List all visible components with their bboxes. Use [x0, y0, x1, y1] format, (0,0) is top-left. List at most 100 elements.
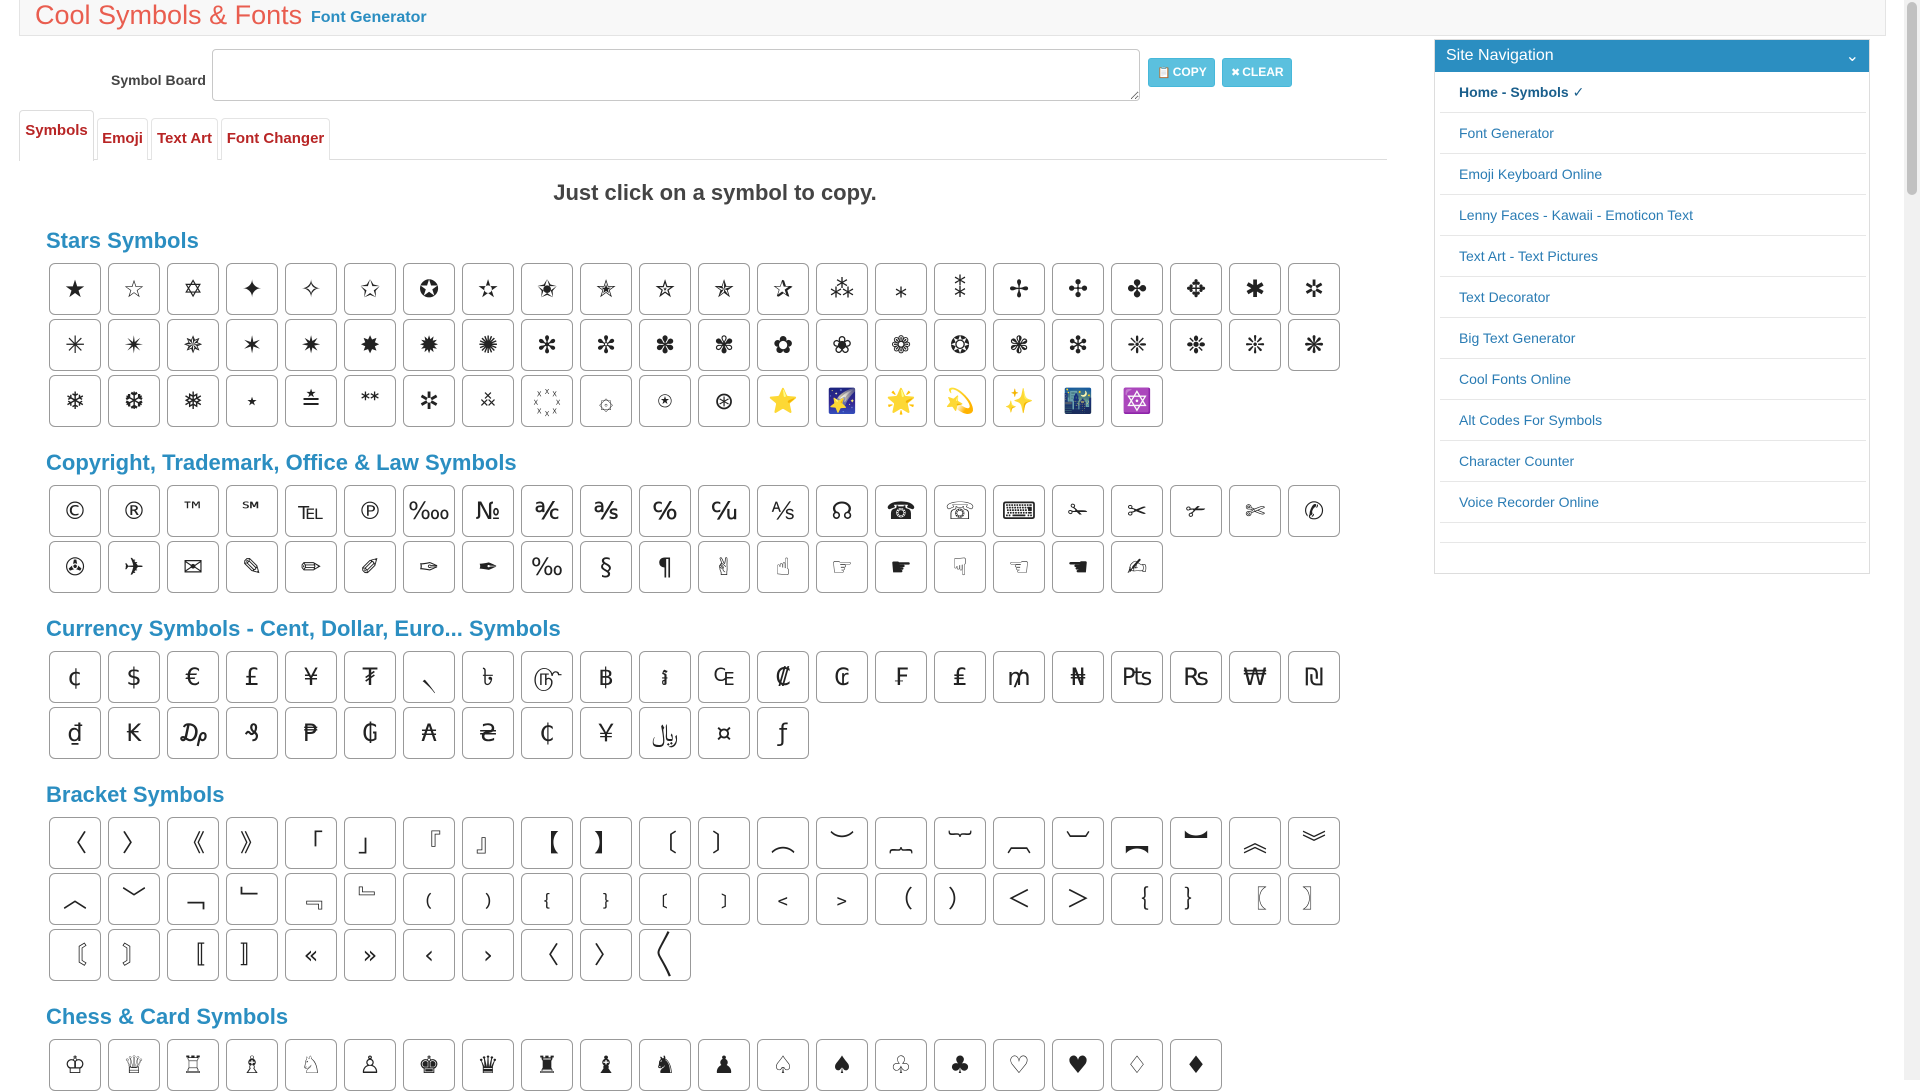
symbol-button[interactable]: ₵ — [521, 707, 573, 759]
symbol-button[interactable]: ❄ — [49, 375, 101, 427]
symbol-button[interactable]: ✲ — [403, 375, 455, 427]
page-scrollbar[interactable] — [1904, 0, 1920, 1080]
symbol-button[interactable]: ﹚ — [462, 873, 514, 925]
symbol-button[interactable]: ﹃ — [285, 873, 337, 925]
symbol-button[interactable]: ☊ — [816, 485, 868, 537]
clear-button[interactable]: ✖ CLEAR — [1222, 58, 1292, 87]
symbol-button[interactable]: ✏ — [285, 541, 337, 593]
symbol-button[interactable]: ✬ — [521, 263, 573, 315]
symbol-button[interactable]: ） — [934, 873, 986, 925]
symbol-button[interactable]: ♜ — [521, 1039, 573, 1091]
symbol-button[interactable]: 🌃 — [1052, 375, 1104, 427]
symbol-button[interactable]: ✵ — [167, 319, 219, 371]
symbol-button[interactable]: ℗ — [344, 485, 396, 537]
symbol-button[interactable]: ︺ — [1052, 817, 1104, 869]
symbol-button[interactable]: € — [167, 651, 219, 703]
symbol-button[interactable]: ✡ — [167, 263, 219, 315]
brand-title[interactable]: Cool Symbols & Fonts — [35, 0, 302, 31]
symbol-button[interactable]: 〛 — [226, 929, 278, 981]
symbol-button[interactable]: 》 — [226, 817, 278, 869]
symbol-button[interactable]: ≛ — [285, 375, 337, 427]
symbol-button[interactable]: ✷ — [285, 319, 337, 371]
symbol-button[interactable]: £ — [226, 651, 278, 703]
symbol-button[interactable]: 【 — [521, 817, 573, 869]
symbol-button[interactable]: ♛ — [462, 1039, 514, 1091]
symbol-button[interactable]: ☟ — [934, 541, 986, 593]
symbol-button[interactable]: ৲ — [403, 651, 455, 703]
symbol-button[interactable]: ℀ — [521, 485, 573, 537]
symbol-button[interactable]: ₱ — [285, 707, 337, 759]
symbol-button[interactable]: ♣ — [934, 1039, 986, 1091]
symbol-button[interactable]: 〔 — [639, 817, 691, 869]
nav-link[interactable]: Text Art - Text Pictures — [1440, 236, 1866, 277]
symbol-button[interactable]: ₦ — [1052, 651, 1104, 703]
symbol-button[interactable]: ☎ — [875, 485, 927, 537]
symbol-button[interactable]: ✉ — [167, 541, 219, 593]
symbol-button[interactable]: ❉ — [1170, 319, 1222, 371]
symbol-board-input[interactable] — [212, 49, 1140, 101]
symbol-button[interactable]: 〉 — [580, 929, 632, 981]
symbol-button[interactable]: ₴ — [462, 707, 514, 759]
nav-link[interactable]: Font Generator — [1440, 113, 1866, 154]
tab-emoji[interactable]: Emoji — [97, 118, 148, 160]
symbol-button[interactable]: ₧ — [1111, 651, 1163, 703]
symbol-button[interactable]: ☛ — [875, 541, 927, 593]
nav-link[interactable]: Character Counter — [1440, 441, 1866, 482]
symbol-button[interactable]: ⁎ — [875, 263, 927, 315]
symbol-button[interactable]: ⁑ — [934, 263, 986, 315]
symbol-button[interactable]: 「 — [285, 817, 337, 869]
symbol-button[interactable]: ♖ — [167, 1039, 219, 1091]
symbol-button[interactable]: № — [462, 485, 514, 537]
symbol-button[interactable]: ✈ — [108, 541, 160, 593]
symbol-button[interactable]: ₩ — [1229, 651, 1281, 703]
symbol-button[interactable]: ☜ — [993, 541, 1045, 593]
symbol-button[interactable]: ✇ — [49, 541, 101, 593]
symbol-button[interactable]: 〱 — [639, 929, 691, 981]
symbol-button[interactable]: ♝ — [580, 1039, 632, 1091]
symbol-button[interactable]: ✂ — [1111, 485, 1163, 537]
copy-button[interactable]: 📋 COPY — [1148, 58, 1215, 87]
symbol-button[interactable]: ℆ — [698, 485, 750, 537]
symbol-button[interactable]: ¢ — [49, 651, 101, 703]
symbol-button[interactable]: ₣ — [875, 651, 927, 703]
symbol-button[interactable]: ⁂ — [816, 263, 868, 315]
symbol-button[interactable]: ︶ — [816, 817, 868, 869]
symbol-button[interactable]: ｛ — [1111, 873, 1163, 925]
symbol-button[interactable]: ✍ — [1111, 541, 1163, 593]
symbol-button[interactable]: ♗ — [226, 1039, 278, 1091]
symbol-button[interactable]: ⭐ — [757, 375, 809, 427]
symbol-button[interactable]: 〚 — [167, 929, 219, 981]
symbol-button[interactable]: ︸ — [934, 817, 986, 869]
symbol-button[interactable]: $ — [108, 651, 160, 703]
symbol-button[interactable]: ₰ — [226, 707, 278, 759]
symbol-button[interactable]: © — [49, 485, 101, 537]
chevron-down-icon[interactable]: ⌄ — [1846, 40, 1859, 72]
symbol-button[interactable]: ❇ — [1052, 319, 1104, 371]
symbol-button[interactable]: ✆ — [1288, 485, 1340, 537]
symbol-button[interactable]: ♚ — [403, 1039, 455, 1091]
symbol-button[interactable]: ࿏ — [462, 375, 514, 427]
symbol-button[interactable]: 《 — [167, 817, 219, 869]
symbol-button[interactable]: ✭ — [580, 263, 632, 315]
symbol-button[interactable]: ✄ — [1229, 485, 1281, 537]
symbol-button[interactable]: ︾ — [1288, 817, 1340, 869]
symbol-button[interactable]: ✶ — [226, 319, 278, 371]
symbol-button[interactable]: ✁ — [1052, 485, 1104, 537]
symbol-button[interactable]: 〈 — [521, 929, 573, 981]
symbol-button[interactable]: ♥ — [1052, 1039, 1104, 1091]
symbol-button[interactable]: ♦ — [1170, 1039, 1222, 1091]
symbol-button[interactable]: ۞ — [580, 375, 632, 427]
symbol-button[interactable]: ✺ — [462, 319, 514, 371]
symbol-button[interactable]: ♔ — [49, 1039, 101, 1091]
symbol-button[interactable]: ₯ — [167, 707, 219, 759]
symbol-button[interactable]: ♞ — [639, 1039, 691, 1091]
symbol-button[interactable]: ✎ — [226, 541, 278, 593]
symbol-button[interactable]: ✿ — [757, 319, 809, 371]
symbol-button[interactable]: ﹤ — [757, 873, 809, 925]
symbol-button[interactable]: 」 — [344, 817, 396, 869]
symbol-button[interactable]: ☞ — [816, 541, 868, 593]
symbol-button[interactable]: ✐ — [344, 541, 396, 593]
symbol-button[interactable]: » — [344, 929, 396, 981]
symbol-button[interactable]: ® — [108, 485, 160, 537]
nav-link[interactable]: Big Text Generator — [1440, 318, 1866, 359]
